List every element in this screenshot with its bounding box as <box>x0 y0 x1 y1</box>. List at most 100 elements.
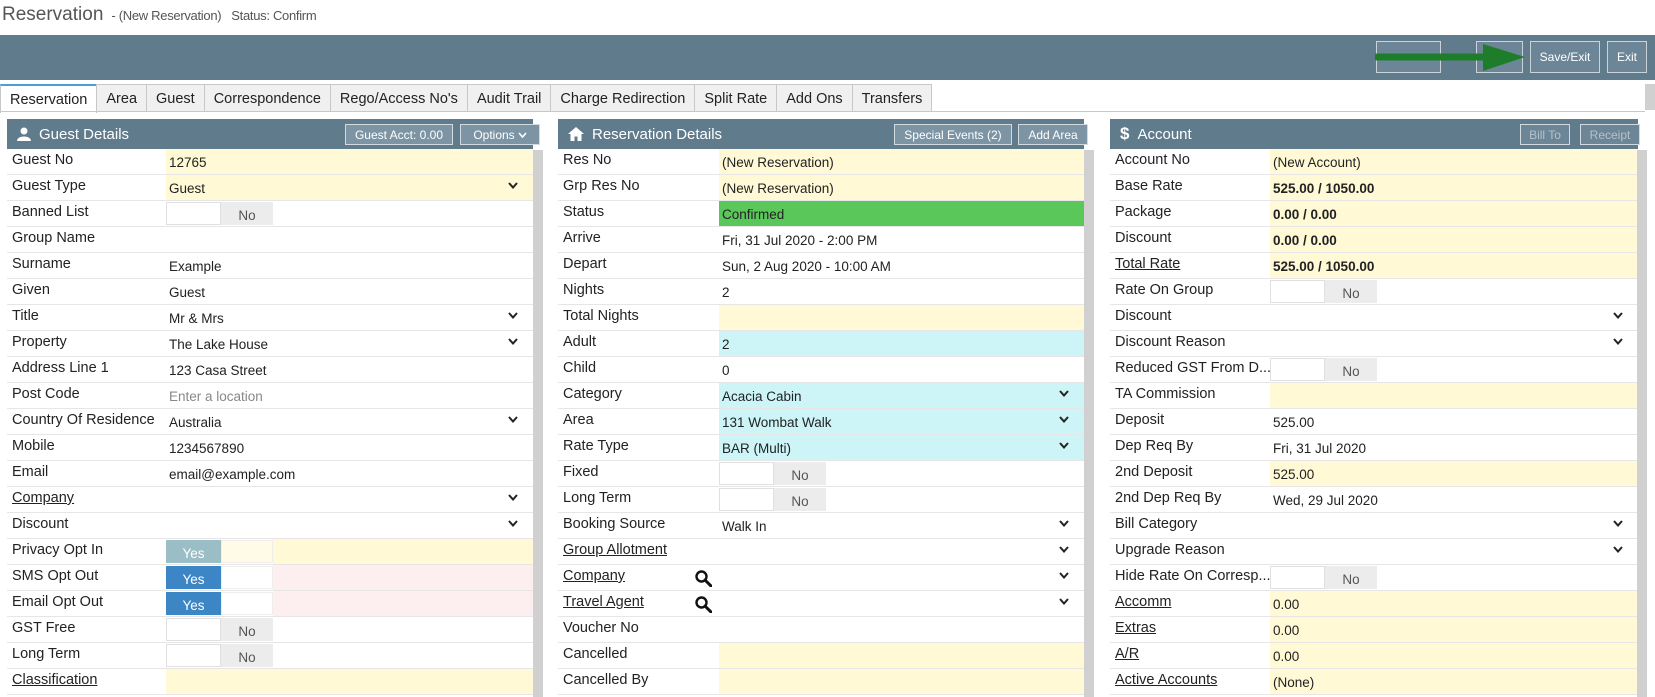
chevron-down-icon[interactable] <box>1059 520 1069 527</box>
total-nights-field[interactable] <box>719 305 1084 330</box>
extras-label[interactable]: Extras <box>1110 617 1270 642</box>
chevron-down-icon[interactable] <box>508 494 518 501</box>
privacy-opt-in-toggle[interactable]: Yes <box>166 540 273 563</box>
company-field[interactable] <box>719 565 1084 590</box>
company-label[interactable]: Company <box>7 487 166 512</box>
cancelled-field[interactable] <box>719 643 1084 668</box>
tab-split-rate[interactable]: Split Rate <box>694 84 778 112</box>
dep-req-by-field[interactable]: Fri, 31 Jul 2020 <box>1270 435 1638 460</box>
chevron-down-icon[interactable] <box>1059 598 1069 605</box>
exit-button[interactable]: Exit <box>1607 41 1647 73</box>
cancelled-by-field[interactable] <box>719 669 1084 694</box>
a-r-label[interactable]: A/R <box>1110 643 1270 668</box>
tab-transfers[interactable]: Transfers <box>851 84 933 112</box>
a-r-field[interactable]: 0.00 <box>1270 643 1638 668</box>
total-rate-label[interactable]: Total Rate <box>1110 253 1270 278</box>
given-field[interactable]: Guest <box>166 279 533 304</box>
save-exit-button[interactable]: Save/Exit <box>1530 41 1600 73</box>
account-no-field[interactable]: (New Account) <box>1270 149 1638 174</box>
guest-account-button[interactable]: Guest Acct: 0.00 <box>345 124 453 145</box>
search-icon[interactable] <box>695 596 712 613</box>
discount-field[interactable]: 0.00 / 0.00 <box>1270 227 1638 252</box>
tab-audit-trail[interactable]: Audit Trail <box>466 84 552 112</box>
rate-type-field[interactable]: BAR (Multi) <box>719 435 1084 460</box>
active-accounts-label[interactable]: Active Accounts <box>1110 669 1270 694</box>
voucher-no-field[interactable] <box>719 617 1084 642</box>
chevron-down-icon[interactable] <box>508 520 518 527</box>
guest-type-field[interactable]: Guest <box>166 175 533 200</box>
chevron-down-icon[interactable] <box>508 182 518 189</box>
fixed-toggle[interactable]: No <box>719 462 826 485</box>
page-scrollbar[interactable] <box>1645 84 1655 110</box>
accomm-field[interactable]: 0.00 <box>1270 591 1638 616</box>
tab-add-ons[interactable]: Add Ons <box>776 84 853 112</box>
tab-reservation[interactable]: Reservation <box>0 84 98 113</box>
chevron-down-icon[interactable] <box>1613 338 1623 345</box>
post-code-field[interactable]: Enter a location <box>166 383 533 408</box>
tab-area[interactable]: Area <box>96 84 148 112</box>
group-allotment-field[interactable] <box>719 539 1084 564</box>
long-term-toggle[interactable]: No <box>166 644 273 667</box>
tab-correspondence[interactable]: Correspondence <box>203 84 331 112</box>
banned-list-toggle[interactable]: No <box>166 202 273 225</box>
chevron-down-icon[interactable] <box>1613 546 1623 553</box>
company-field[interactable] <box>166 487 533 512</box>
adult-field[interactable]: 2 <box>719 331 1084 356</box>
package-field[interactable]: 0.00 / 0.00 <box>1270 201 1638 226</box>
extras-field[interactable]: 0.00 <box>1270 617 1638 642</box>
guest-no-field[interactable]: 12765 <box>166 149 533 174</box>
upgrade-reason-field[interactable] <box>1270 539 1638 564</box>
tab-charge-redirection[interactable]: Charge Redirection <box>550 84 696 112</box>
email-field[interactable]: email@example.com <box>166 461 533 486</box>
total-rate-field[interactable]: 525.00 / 1050.00 <box>1270 253 1638 278</box>
accomm-label[interactable]: Accomm <box>1110 591 1270 616</box>
long-term-toggle[interactable]: No <box>719 488 826 511</box>
bill-to-button[interactable]: Bill To <box>1520 124 1570 145</box>
classification-field[interactable] <box>166 669 533 694</box>
chevron-down-icon[interactable] <box>1059 572 1069 579</box>
child-field[interactable]: 0 <box>719 357 1084 382</box>
chevron-down-icon[interactable] <box>1059 416 1069 423</box>
chevron-down-icon[interactable] <box>1613 520 1623 527</box>
group-name-field[interactable] <box>166 227 533 252</box>
chevron-down-icon[interactable] <box>1059 390 1069 397</box>
add-area-button[interactable]: Add Area <box>1018 124 1088 145</box>
booking-source-field[interactable]: Walk In <box>719 513 1084 538</box>
property-field[interactable]: The Lake House <box>166 331 533 356</box>
rate-on-group-toggle[interactable]: No <box>1270 280 1377 303</box>
category-field[interactable]: Acacia Cabin <box>719 383 1084 408</box>
reduced-gst-from-d-toggle[interactable]: No <box>1270 358 1377 381</box>
discount-reason-field[interactable] <box>1270 331 1638 356</box>
group-allotment-label[interactable]: Group Allotment <box>558 539 719 564</box>
2nd-dep-req-by-field[interactable]: Wed, 29 Jul 2020 <box>1270 487 1638 512</box>
ta-commission-field[interactable] <box>1270 383 1638 408</box>
area-field[interactable]: 131 Wombat Walk <box>719 409 1084 434</box>
depart-field[interactable]: Sun, 2 Aug 2020 - 10:00 AM <box>719 253 1084 278</box>
country-of-residence-field[interactable]: Australia <box>166 409 533 434</box>
res-no-field[interactable]: (New Reservation) <box>719 149 1084 174</box>
status-field[interactable]: Confirmed <box>719 201 1084 226</box>
mobile-field[interactable]: 1234567890 <box>166 435 533 460</box>
grp-res-no-field[interactable]: (New Reservation) <box>719 175 1084 200</box>
receipt-button[interactable]: Receipt <box>1580 124 1640 145</box>
hide-rate-on-corresp-toggle[interactable]: No <box>1270 566 1377 589</box>
address-line-1-field[interactable]: 123 Casa Street <box>166 357 533 382</box>
active-accounts-field[interactable]: (None) <box>1270 669 1638 694</box>
2nd-deposit-field[interactable]: 525.00 <box>1270 461 1638 486</box>
travel-agent-field[interactable] <box>719 591 1084 616</box>
chevron-down-icon[interactable] <box>1613 312 1623 319</box>
email-opt-out-toggle[interactable]: Yes <box>166 592 273 615</box>
deposit-field[interactable]: 525.00 <box>1270 409 1638 434</box>
reservation-panel-scrollbar[interactable] <box>1084 150 1094 697</box>
gst-free-toggle[interactable]: No <box>166 618 273 641</box>
options-button[interactable]: Options <box>460 124 540 145</box>
chevron-down-icon[interactable] <box>1059 546 1069 553</box>
discount-field[interactable] <box>166 513 533 538</box>
classification-label[interactable]: Classification <box>7 669 166 694</box>
nights-field[interactable]: 2 <box>719 279 1084 304</box>
guest-panel-scrollbar[interactable] <box>533 150 543 697</box>
search-icon[interactable] <box>695 570 712 587</box>
discount-field[interactable] <box>1270 305 1638 330</box>
chevron-down-icon[interactable] <box>508 338 518 345</box>
title-field[interactable]: Mr & Mrs <box>166 305 533 330</box>
